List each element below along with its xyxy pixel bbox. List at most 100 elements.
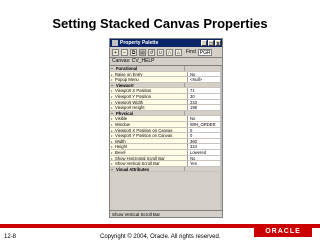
property-value (184, 82, 222, 88)
row-name-text: Viewport X Position (115, 88, 152, 93)
property-name: • Viewport Height (110, 105, 187, 110)
property-value[interactable]: 0 (187, 133, 222, 138)
property-bullet-icon: • (111, 116, 113, 121)
property-bullet-icon: • (111, 133, 113, 138)
row-name-text: Raise on Entry (115, 71, 143, 77)
property-name: • Viewport Y Position on Canvas (110, 133, 187, 138)
property-value (184, 110, 222, 116)
property-value[interactable]: No (187, 155, 222, 161)
property-bullet-icon: • (111, 161, 113, 166)
union-icon[interactable]: ∪ (157, 48, 164, 56)
copyright-notice: Copyright © 2004, Oracle. All rights res… (100, 234, 221, 240)
property-value[interactable]: No (187, 116, 222, 121)
property-name: • Window (110, 121, 187, 127)
property-bullet-icon: • (111, 155, 113, 161)
collapse-toggle-icon[interactable]: − (111, 83, 113, 88)
row-name-text: Viewport (116, 82, 134, 88)
row-name-text: Viewport Height (115, 105, 145, 110)
property-bullet-icon: • (111, 105, 113, 110)
property-bullet-icon: • (111, 121, 113, 127)
row-name-text: Viewport Y Position on Canvas (115, 133, 173, 138)
property-value[interactable]: 0 (187, 127, 222, 133)
copy-properties-icon[interactable]: ⧉ (130, 48, 137, 56)
section-label: − Viewport (110, 82, 184, 88)
property-name: • Show Vertical Scroll Bar (110, 161, 187, 166)
row-name-text: Viewport X Position on Canvas (115, 127, 173, 133)
property-bullet-icon: • (111, 144, 113, 149)
row-name-text: Viewport Width (115, 99, 144, 105)
property-value[interactable]: 243 (187, 99, 222, 105)
property-name: • Viewport X Position on Canvas (110, 127, 187, 133)
property-value (184, 166, 222, 172)
property-bullet-icon: • (111, 138, 113, 144)
close-button[interactable]: x (215, 40, 221, 47)
row-name-text: Viewport Y Position (115, 93, 152, 99)
property-value[interactable]: 30 (187, 93, 222, 99)
property-value[interactable]: 198 (187, 105, 222, 110)
section-label: − Functional (110, 66, 184, 71)
property-name: • Visible (110, 116, 187, 121)
row-name-text: Visible (115, 116, 128, 121)
row-name-text: Physical (116, 110, 133, 116)
palette-toolbar: + − ⧉ ▤ ↺ ∪ ∩ ⌂ Find PGR (110, 47, 222, 58)
row-name-text: Show Horizontal Scroll Bar (115, 155, 165, 161)
property-value (184, 66, 222, 71)
minimize-button[interactable]: _ (201, 40, 207, 47)
vertical-scrollbar[interactable] (220, 66, 222, 210)
row-name-text: Show Vertical Scroll Bar (115, 161, 160, 166)
property-bullet-icon: • (111, 88, 113, 93)
property-value[interactable]: WIN_ORDER (187, 121, 222, 127)
slide-title: Setting Stacked Canvas Properties (52, 16, 268, 31)
collapse-toggle-icon[interactable]: − (111, 66, 113, 71)
lock-icon[interactable]: ⌂ (175, 48, 182, 56)
page-number: 12-8 (4, 234, 17, 240)
collapse-toggle-icon[interactable]: − (111, 167, 113, 172)
property-value[interactable]: Lowered (187, 149, 222, 155)
property-value[interactable]: 71 (187, 88, 222, 93)
find-label: Find (186, 49, 196, 55)
property-bullet-icon: • (111, 93, 113, 99)
property-name: • Height (110, 144, 187, 149)
row-name-text: Visual Attributes (116, 166, 150, 172)
oracle-logo: ORACLE (254, 227, 312, 237)
row-name-text: Popup Menu (115, 77, 139, 82)
row-name-text: Functional (116, 66, 138, 71)
row-name-text: Window (115, 121, 130, 127)
property-value[interactable]: Yes (187, 161, 222, 166)
section-label: − Visual Attributes (110, 166, 184, 172)
property-bullet-icon: • (111, 71, 113, 77)
property-value[interactable]: No (187, 71, 222, 77)
palette-context-label: Canvas: CV_HELP (110, 58, 222, 66)
expand-icon[interactable]: + (112, 48, 119, 56)
property-value[interactable]: 324 (187, 144, 222, 149)
property-palette-window: Property Palette _ □ x + − ⧉ ▤ ↺ ∪ ∩ ⌂ F… (109, 38, 223, 218)
row-name-text: Bevel (115, 149, 126, 155)
collapse-icon[interactable]: − (121, 48, 128, 56)
property-bullet-icon: • (111, 77, 113, 82)
row-name-text: Height (115, 144, 128, 149)
maximize-button[interactable]: □ (208, 40, 214, 47)
intersection-icon[interactable]: ∩ (166, 48, 173, 56)
property-bullet-icon: • (111, 127, 113, 133)
section-label: − Physical (110, 110, 184, 116)
paste-properties-icon[interactable]: ▤ (139, 48, 146, 56)
property-grid: − Functional • Raise on Entry No • Popup Menu <… (110, 66, 222, 173)
property-name: • Viewport Width (110, 99, 187, 105)
row-name-text: Width (115, 138, 126, 144)
palette-titlebar[interactable]: Property Palette _ □ x (110, 39, 222, 47)
property-name: • Viewport Y Position (110, 93, 187, 99)
palette-app-icon (112, 40, 118, 46)
property-value[interactable]: <Null> (187, 77, 222, 82)
collapse-toggle-icon[interactable]: − (111, 111, 113, 116)
property-name: • Show Horizontal Scroll Bar (110, 155, 187, 161)
palette-status-bar: Show Vertical Scroll Bar (110, 210, 222, 217)
property-bullet-icon: • (111, 149, 113, 155)
property-name: • Width (110, 138, 187, 144)
property-bullet-icon: • (111, 99, 113, 105)
property-value[interactable]: 360 (187, 138, 222, 144)
find-input[interactable]: PGR (197, 48, 212, 56)
property-section-row[interactable]: − Visual Attributes (110, 166, 222, 173)
property-name: • Popup Menu (110, 77, 187, 82)
property-name: • Raise on Entry (110, 71, 187, 77)
inherit-icon[interactable]: ↺ (148, 48, 155, 56)
